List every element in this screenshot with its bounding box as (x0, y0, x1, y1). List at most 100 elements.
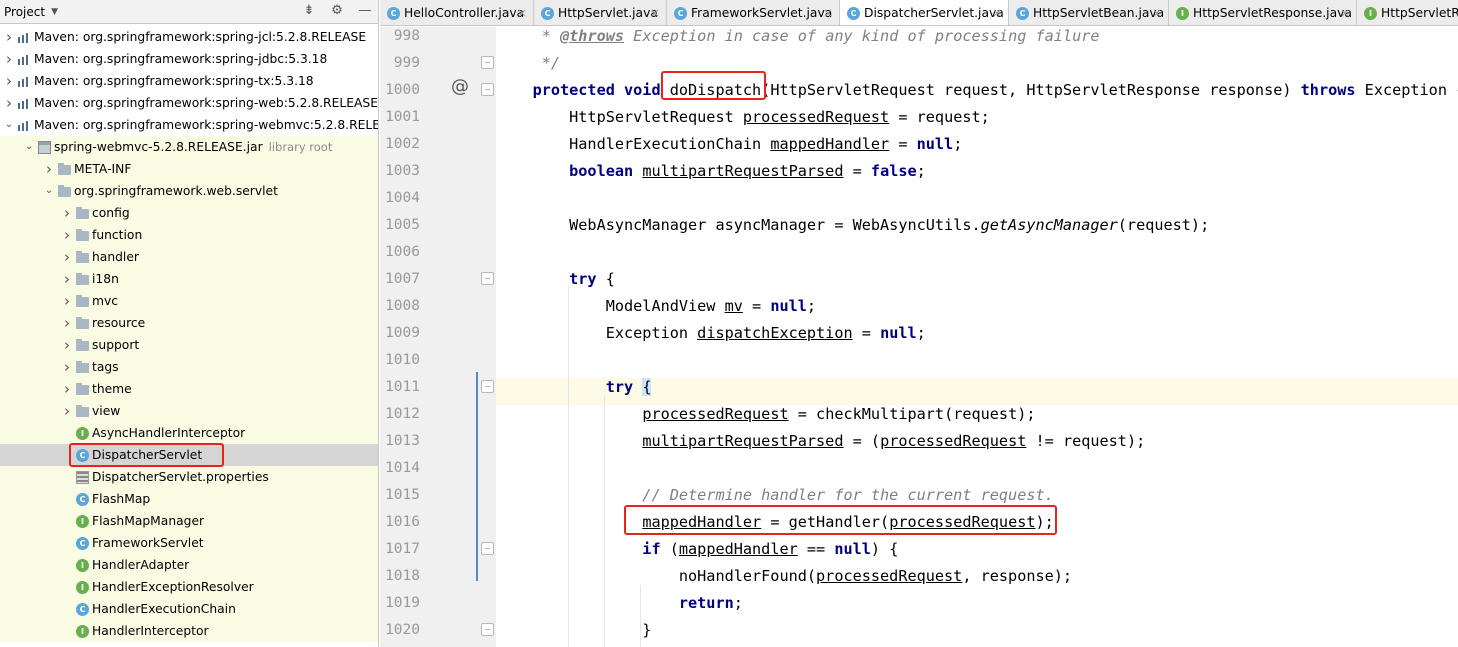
chevron-right-icon[interactable]: › (62, 312, 72, 334)
code-line[interactable]: */ (496, 54, 1458, 81)
code-line[interactable]: multipartRequestParsed = (processedReque… (496, 432, 1458, 459)
tab-frameworkservlet-java[interactable]: C FrameworkServlet.java × (667, 0, 840, 25)
tree-item[interactable]: I FlashMapManager (0, 510, 378, 532)
tree-item[interactable]: › theme (0, 378, 378, 400)
tree-item[interactable]: › Maven: org.springframework:spring-jcl:5… (0, 26, 378, 48)
tree-item[interactable]: C FrameworkServlet (0, 532, 378, 554)
tree-item[interactable]: › view (0, 400, 378, 422)
tab-httpservletresponse-java[interactable]: I HttpServletResponse.java × (1169, 0, 1357, 25)
chevron-right-icon[interactable]: › (4, 70, 14, 92)
close-icon[interactable]: × (650, 0, 660, 25)
tree-item[interactable]: › Maven: org.springframework:spring-web:5… (0, 92, 378, 114)
chevron-right-icon[interactable]: › (62, 224, 72, 246)
code-line[interactable]: WebAsyncManager asyncManager = WebAsyncU… (496, 216, 1458, 243)
tree-item[interactable]: ⌄ spring-webmvc-5.2.8.RELEASE.jar library … (0, 136, 378, 158)
close-icon[interactable]: × (1152, 0, 1162, 25)
chevron-right-icon[interactable]: › (44, 158, 54, 180)
tree-item[interactable]: DispatcherServlet.properties (0, 466, 378, 488)
tab-dispatcherservlet-java[interactable]: C DispatcherServlet.java × (840, 0, 1009, 25)
tab-httpservletbean-java[interactable]: C HttpServletBean.java × (1009, 0, 1169, 25)
chevron-right-icon[interactable]: › (62, 290, 72, 312)
tree-item[interactable]: ⌄ org.springframework.web.servlet (0, 180, 378, 202)
code-line[interactable]: Exception dispatchException = null; (496, 324, 1458, 351)
code-line[interactable] (496, 459, 1458, 486)
fold-marker-icon[interactable] (481, 380, 494, 393)
tree-item[interactable]: › mvc (0, 290, 378, 312)
tree-item[interactable]: › Maven: org.springframework:spring-jdbc:… (0, 48, 378, 70)
code-line[interactable] (496, 351, 1458, 378)
override-marker-icon[interactable]: @ (451, 76, 469, 97)
code-line[interactable]: processedRequest = checkMultipart(reques… (496, 405, 1458, 432)
chevron-right-icon[interactable]: › (62, 268, 72, 290)
gear-icon[interactable]: ⚙ (330, 4, 344, 18)
tree-item[interactable]: › i18n (0, 268, 378, 290)
folder-icon (76, 405, 89, 417)
fold-marker-icon[interactable] (481, 623, 494, 636)
tree-item[interactable]: › config (0, 202, 378, 224)
tree-item[interactable]: I AsyncHandlerInterceptor (0, 422, 378, 444)
code-token: null (916, 135, 954, 153)
tree-item[interactable]: › handler (0, 246, 378, 268)
chevron-right-icon[interactable]: › (62, 202, 72, 224)
tree-item[interactable]: › Maven: org.springframework:spring-tx:5.… (0, 70, 378, 92)
tree-item[interactable]: I HandlerExceptionResolver (0, 576, 378, 598)
code-line[interactable]: try { (496, 378, 1458, 405)
close-icon[interactable]: × (823, 0, 833, 25)
tree-item[interactable]: › resource (0, 312, 378, 334)
jar-icon (38, 141, 51, 154)
code-line[interactable]: if (mappedHandler == null) { (496, 540, 1458, 567)
tree-item[interactable]: › tags (0, 356, 378, 378)
chevron-right-icon[interactable]: › (62, 356, 72, 378)
chevron-right-icon[interactable]: › (62, 246, 72, 268)
tree-item-label: tags (92, 360, 119, 374)
chevron-right-icon[interactable]: › (62, 334, 72, 356)
tree-item[interactable]: › support (0, 334, 378, 356)
code-token: = (843, 162, 871, 180)
code-line[interactable]: try { (496, 270, 1458, 297)
code-line[interactable]: ModelAndView mv = null; (496, 297, 1458, 324)
fold-marker-icon[interactable] (481, 83, 494, 96)
library-icon (18, 31, 32, 44)
collapse-all-icon[interactable]: ⇟ (302, 4, 316, 18)
code-token: Exception (496, 324, 698, 342)
tree-item[interactable]: › META-INF (0, 158, 378, 180)
close-icon[interactable]: × (1340, 0, 1350, 25)
chevron-right-icon[interactable]: › (4, 26, 14, 48)
code-editor[interactable]: 998 999 1000 1001 1002 1003 1004 1005 1006 1007 10… (380, 27, 1458, 647)
tab-httpservlet-java[interactable]: C HttpServlet.java × (534, 0, 667, 25)
chevron-down-icon[interactable]: ▼ (51, 7, 58, 17)
close-icon[interactable]: × (517, 0, 527, 25)
tree-item[interactable]: C HandlerExecutionChain (0, 598, 378, 620)
fold-marker-icon[interactable] (481, 542, 494, 555)
tree-item-label: META-INF (74, 162, 132, 176)
chevron-right-icon[interactable]: › (62, 378, 72, 400)
close-icon[interactable]: × (992, 0, 1002, 25)
tree-item[interactable]: C FlashMap (0, 488, 378, 510)
code-line[interactable] (496, 189, 1458, 216)
fold-marker-icon[interactable] (481, 272, 494, 285)
tree-item[interactable]: ⌄ Maven: org.springframework:spring-webmv… (0, 114, 378, 136)
tree-item-label: Maven: org.springframework:spring-webmvc… (34, 118, 379, 132)
code-line[interactable]: boolean multipartRequestParsed = false; (496, 162, 1458, 189)
tab-hellocontroller-java[interactable]: C HelloController.java × (380, 0, 534, 25)
chevron-right-icon[interactable]: › (4, 92, 14, 114)
code-token: null (834, 540, 871, 558)
code-token: boolean (496, 162, 643, 180)
tree-item[interactable]: I HandlerInterceptor (0, 620, 378, 642)
chevron-down-icon[interactable]: ⌄ (44, 180, 54, 202)
chevron-down-icon[interactable]: ⌄ (24, 136, 34, 158)
code-line[interactable]: HttpServletRequest processedRequest = re… (496, 108, 1458, 135)
chevron-down-icon[interactable]: ⌄ (4, 114, 14, 136)
hide-panel-icon[interactable]: — (358, 4, 372, 18)
tree-item[interactable]: › function (0, 224, 378, 246)
code-line[interactable] (496, 243, 1458, 270)
chevron-right-icon[interactable]: › (62, 400, 72, 422)
chevron-right-icon[interactable]: › (4, 48, 14, 70)
code-line[interactable]: HandlerExecutionChain mappedHandler = nu… (496, 135, 1458, 162)
fold-marker-icon[interactable] (481, 56, 494, 69)
code-line[interactable]: protected void doDispatch(HttpServletReq… (496, 81, 1458, 108)
project-panel-title[interactable]: Project (4, 5, 45, 19)
tree-item[interactable]: I HandlerAdapter (0, 554, 378, 576)
tab-httpservletre[interactable]: I HttpServletRe (1357, 0, 1458, 25)
code-line[interactable]: * @throws Exception in case of any kind … (496, 27, 1458, 54)
